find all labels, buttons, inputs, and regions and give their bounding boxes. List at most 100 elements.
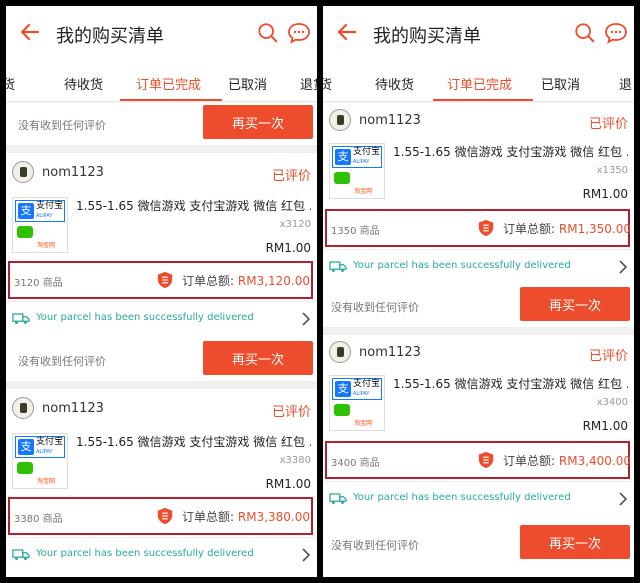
tab-completed[interactable]: 订单已完成 xyxy=(136,74,201,93)
product-thumbnail[interactable]: 支支付宝 ALIPAY 淘宝网 xyxy=(12,433,68,489)
truck-icon xyxy=(329,261,347,272)
shield-icon xyxy=(478,219,494,237)
order-total: 订单总额: RM3,400.00 xyxy=(503,454,632,468)
tab-completed[interactable]: 订单已完成 xyxy=(447,74,512,93)
product-price: RM1.00 xyxy=(582,419,628,433)
taobao-logo: 淘宝网 xyxy=(37,242,56,249)
tab-return[interactable]: 退货 xyxy=(300,74,317,93)
product-quantity: x3120 xyxy=(279,219,311,230)
shop-avatar xyxy=(329,109,351,131)
active-tab-indicator xyxy=(120,99,222,101)
product-thumbnail[interactable]: 支支付宝 ALIPAY 淘宝网 xyxy=(329,375,385,431)
shop-name[interactable]: nom1123 xyxy=(42,165,104,180)
delivery-status-row[interactable]: Your parcel has been successfully delive… xyxy=(323,481,634,515)
order-total: 订单总额: RM1,350.00 xyxy=(503,222,632,236)
back-arrow-icon[interactable] xyxy=(18,20,42,44)
truck-icon xyxy=(12,313,30,324)
product-thumbnail[interactable]: 支支付宝 ALIPAY 淘宝网 xyxy=(329,143,385,199)
chat-icon[interactable] xyxy=(287,22,311,44)
order-tabs: 货 待收货 订单已完成 已取消 退 xyxy=(323,62,634,102)
taobao-logo: 淘宝网 xyxy=(354,188,373,195)
product-name[interactable]: 1.55-1.65 微信游戏 支付宝游戏 微信 红包 ... xyxy=(76,433,311,450)
tab-to-receive[interactable]: 待收货 xyxy=(64,74,103,93)
item-count: 1350 商品 xyxy=(331,226,380,237)
product-price: RM1.00 xyxy=(265,241,311,255)
delivery-status-row[interactable]: Your parcel has been successfully delive… xyxy=(6,301,317,335)
truck-icon xyxy=(12,549,30,560)
tab-to-ship[interactable]: 货 xyxy=(323,74,332,93)
shop-avatar xyxy=(329,341,351,363)
order-total: 订单总额: RM3,120.00 xyxy=(182,274,311,288)
order-card[interactable]: nom1123 已评价 支支付宝 ALIPAY 淘宝网 1.55-1.65 微信游… xyxy=(323,103,634,327)
shop-name[interactable]: nom1123 xyxy=(359,345,421,360)
chevron-right-icon xyxy=(302,548,311,562)
product-thumbnail[interactable]: 支支付宝 ALIPAY 淘宝网 xyxy=(12,197,68,253)
tab-cancelled[interactable]: 已取消 xyxy=(541,74,580,93)
buy-again-button[interactable]: 再买一次 xyxy=(203,105,313,139)
shop-name[interactable]: nom1123 xyxy=(42,401,104,416)
product-price: RM1.00 xyxy=(265,477,311,491)
buy-again-button[interactable]: 再买一次 xyxy=(520,287,630,321)
alipay-logo: 支支付宝 ALIPAY xyxy=(332,378,382,400)
order-total-row: 1350 商品 订单总额: RM1,350.00 xyxy=(325,209,632,247)
shield-icon xyxy=(478,451,494,469)
delivery-status-text: Your parcel has been successfully delive… xyxy=(353,260,571,271)
order-total-row: 3120 商品 订单总额: RM3,120.00 xyxy=(8,261,313,299)
chat-icon[interactable] xyxy=(604,22,628,44)
alipay-logo: 支支付宝 ALIPAY xyxy=(15,436,65,458)
product-quantity: x1350 xyxy=(596,165,628,176)
search-icon[interactable] xyxy=(257,22,279,44)
order-card[interactable]: nom1123 已评价 支支付宝 ALIPAY 淘宝网 1.55-1.65 微信游… xyxy=(323,335,634,577)
buy-again-button[interactable]: 再买一次 xyxy=(203,341,313,375)
buy-again-button[interactable]: 再买一次 xyxy=(520,525,630,559)
tab-return[interactable]: 退 xyxy=(619,74,632,93)
taobao-logo: 淘宝网 xyxy=(354,420,373,427)
chevron-right-icon xyxy=(302,312,311,326)
wechat-logo xyxy=(334,172,350,184)
product-name[interactable]: 1.55-1.65 微信游戏 支付宝游戏 微信 红包 ... xyxy=(76,197,311,214)
shield-icon xyxy=(157,271,173,289)
tab-to-ship[interactable]: 货 xyxy=(6,74,15,93)
product-price: RM1.00 xyxy=(582,187,628,201)
shop-name[interactable]: nom1123 xyxy=(359,113,421,128)
back-arrow-icon[interactable] xyxy=(335,20,359,44)
order-total-row: 3380 商品 订单总额: RM3,380.00 xyxy=(8,497,313,535)
chevron-right-icon xyxy=(619,260,628,274)
delivery-status-text: Your parcel has been successfully delive… xyxy=(36,548,254,559)
chevron-right-icon xyxy=(619,492,628,506)
product-name[interactable]: 1.55-1.65 微信游戏 支付宝游戏 微信 红包 ... xyxy=(393,143,628,160)
delivery-status-text: Your parcel has been successfully delive… xyxy=(353,492,571,503)
truck-icon xyxy=(329,493,347,504)
product-quantity: x3400 xyxy=(596,397,628,408)
header: 我的购买清单 xyxy=(6,6,317,62)
no-review-text: 没有收到任何评价 xyxy=(18,119,106,132)
order-status: 已评价 xyxy=(271,169,311,184)
header: 我的购买清单 xyxy=(323,6,634,62)
order-card[interactable]: nom1123 已评价 支支付宝 ALIPAY 淘宝网 1.55-1.65 微信游… xyxy=(6,389,317,577)
divider xyxy=(323,327,634,335)
divider xyxy=(6,145,317,153)
item-count: 3380 商品 xyxy=(14,514,63,525)
divider xyxy=(6,381,317,389)
order-card[interactable]: nom1123 已评价 支支付宝 ALIPAY 淘宝网 1.55-1.65 微信游… xyxy=(6,153,317,381)
order-total: 订单总额: RM3,380.00 xyxy=(182,510,311,524)
item-count: 3400 商品 xyxy=(331,458,380,469)
no-review-text: 没有收到任何评价 xyxy=(331,539,419,552)
taobao-logo: 淘宝网 xyxy=(37,478,56,485)
order-status: 已评价 xyxy=(588,349,628,364)
no-review-text: 没有收到任何评价 xyxy=(18,355,106,368)
alipay-logo: 支支付宝 ALIPAY xyxy=(15,200,65,222)
shop-avatar xyxy=(12,397,34,419)
right-screenshot: 我的购买清单 货 待收货 订单已完成 已取消 退 nom1123 已评价 支支付… xyxy=(323,6,634,577)
order-footer: 没有收到任何评价 再买一次 xyxy=(6,103,317,145)
search-icon[interactable] xyxy=(574,22,596,44)
tab-cancelled[interactable]: 已取消 xyxy=(228,74,267,93)
item-count: 3120 商品 xyxy=(14,278,63,289)
delivery-status-row[interactable]: Your parcel has been successfully delive… xyxy=(6,537,317,571)
product-name[interactable]: 1.55-1.65 微信游戏 支付宝游戏 微信 红包 ... xyxy=(393,375,628,392)
wechat-logo xyxy=(17,226,33,238)
tab-to-receive[interactable]: 待收货 xyxy=(375,74,414,93)
delivery-status-row[interactable]: Your parcel has been successfully delive… xyxy=(323,249,634,283)
order-tabs: 货 待收货 订单已完成 已取消 退货 xyxy=(6,62,317,102)
no-review-text: 没有收到任何评价 xyxy=(331,301,419,314)
